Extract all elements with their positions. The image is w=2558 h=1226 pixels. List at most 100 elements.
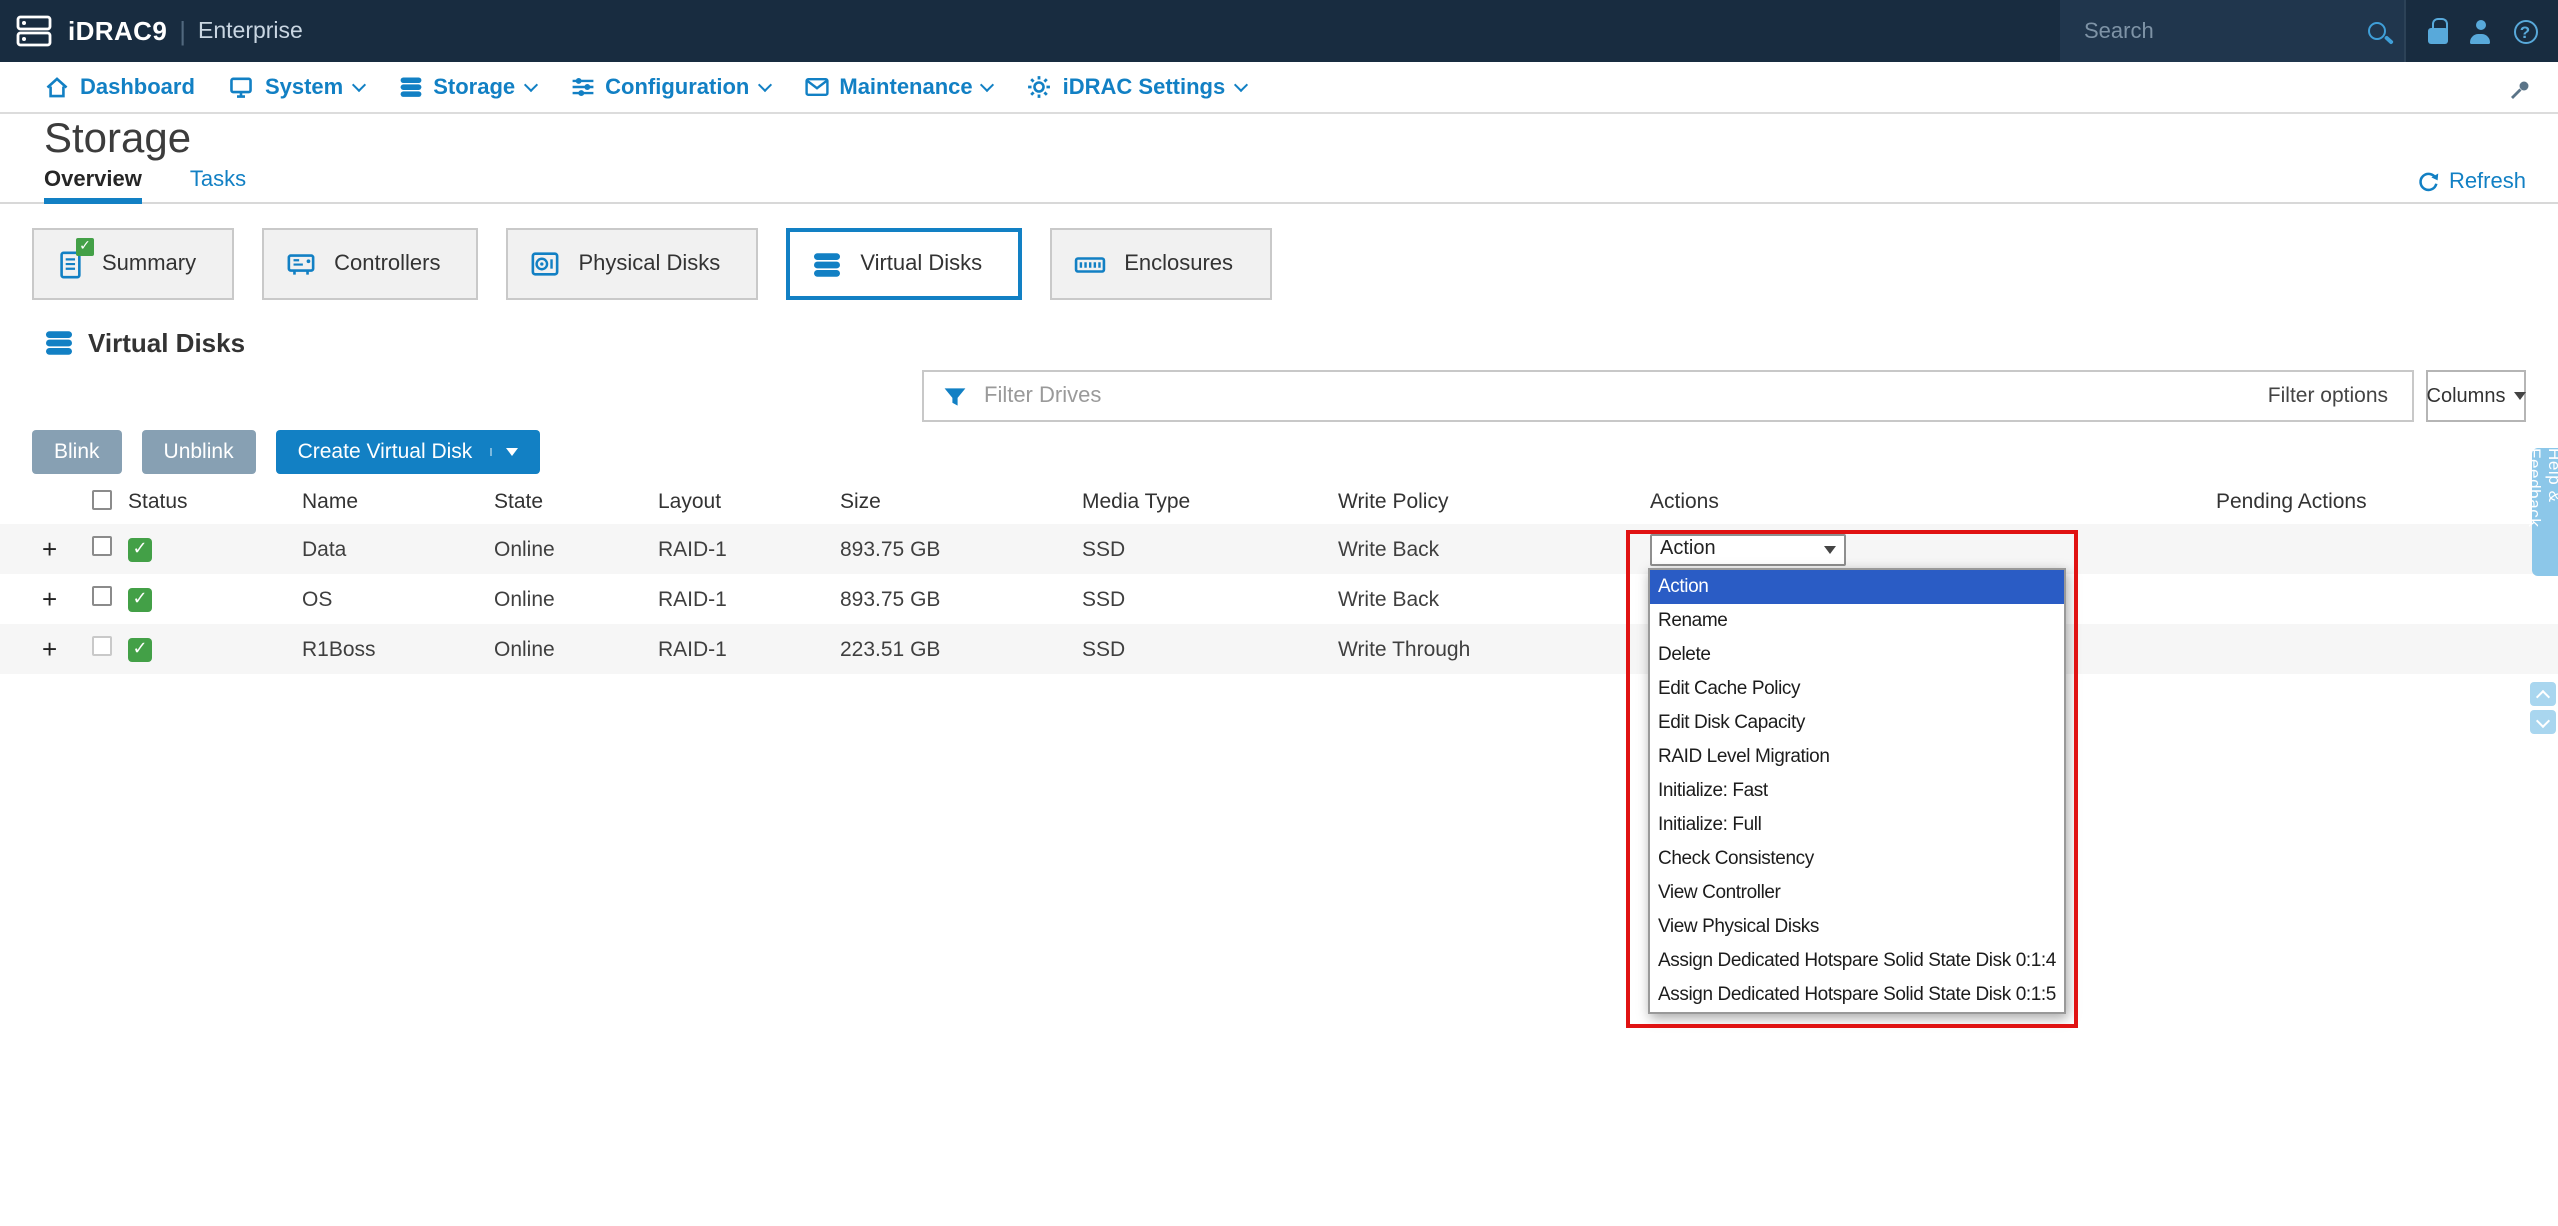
columns-button[interactable]: Columns [2426,370,2526,422]
card-controllers[interactable]: Controllers [262,228,478,300]
nav-dashboard[interactable]: Dashboard [44,74,195,100]
col-size: Size [828,490,1070,514]
dropdown-option[interactable]: Rename [1650,604,2064,638]
refresh-icon [2417,170,2441,194]
nav-label: Maintenance [839,75,972,99]
expand-button[interactable]: + [32,537,80,561]
controller-icon [286,250,316,278]
dropdown-option[interactable]: View Controller [1650,876,2064,910]
dropdown-option[interactable]: Delete [1650,638,2064,672]
filter-drives-input[interactable]: Filter Drives Filter options [922,370,2414,422]
cell-layout: RAID-1 [646,537,828,561]
col-layout: Layout [646,490,828,514]
tab-overview[interactable]: Overview [44,168,142,202]
nav-configuration[interactable]: Configuration [569,74,769,100]
table-actions-bar: Blink Unblink Create Virtual Disk [32,430,2558,474]
chevron-down-icon [351,77,365,91]
idrac-app: iDRAC9 | Enterprise ? Dashboard System S… [0,0,2558,1226]
row-checkbox[interactable] [92,536,112,556]
dropdown-option[interactable]: Action [1650,570,2064,604]
dropdown-option[interactable]: Check Consistency [1650,842,2064,876]
nav-storage[interactable]: Storage [397,74,535,100]
row-checkbox[interactable] [92,636,112,656]
cell-write-policy: Write Back [1326,537,1638,561]
expand-button[interactable]: + [32,587,80,611]
user-icon[interactable] [2468,19,2492,43]
help-feedback-tab[interactable]: Help & Feedback [2532,448,2558,576]
nav-label: System [265,75,343,99]
scroll-up-button[interactable] [2530,682,2556,706]
physical-disk-icon [531,250,561,278]
nav-system[interactable]: System [229,74,363,100]
chevron-down-icon [523,77,537,91]
col-name: Name [290,490,482,514]
tab-bar: Overview Tasks Refresh [0,166,2558,204]
cell-media-type: SSD [1070,587,1326,611]
action-select[interactable]: Action [1650,533,1846,565]
col-media-type: Media Type [1070,490,1326,514]
card-label: Summary [102,252,196,276]
table-row: + ✓ OS Online RAID-1 893.75 GB SSD Write… [0,574,2558,624]
blink-button[interactable]: Blink [32,430,122,474]
enclosure-icon [1074,251,1106,277]
unblink-button[interactable]: Unblink [142,430,256,474]
dropdown-option[interactable]: Initialize: Full [1650,808,2064,842]
row-checkbox[interactable] [92,586,112,606]
brand-edition: Enterprise [198,19,303,43]
cell-name: OS [290,587,482,611]
search-box[interactable] [2060,0,2404,62]
dropdown-option[interactable]: Initialize: Fast [1650,774,2064,808]
filter-options-link[interactable]: Filter options [2268,384,2388,408]
section-header: Virtual Disks [44,328,2558,358]
card-physical-disks[interactable]: Physical Disks [507,228,759,300]
expand-button[interactable]: + [32,637,80,661]
col-status: Status [116,490,290,514]
pin-icon[interactable] [2508,76,2532,112]
dropdown-option[interactable]: RAID Level Migration [1650,740,2064,774]
refresh-button[interactable]: Refresh [2417,170,2526,202]
top-bar-icons: ? [2404,0,2558,62]
dropdown-option[interactable]: View Physical Disks [1650,910,2064,944]
filter-placeholder: Filter Drives [984,384,1101,408]
scroll-down-button[interactable] [2530,710,2556,734]
dropdown-option[interactable]: Assign Dedicated Hotspare Solid State Di… [1650,978,2064,1012]
card-label: Virtual Disks [860,252,982,276]
cell-media-type: SSD [1070,537,1326,561]
col-actions: Actions [1638,490,2204,514]
col-pending-actions: Pending Actions [2204,490,2558,514]
nav-idrac-settings[interactable]: iDRAC Settings [1027,74,1246,100]
status-ok-icon: ✓ [128,588,152,612]
dropdown-option[interactable]: Edit Disk Capacity [1650,706,2064,740]
search-input[interactable] [2060,19,2368,43]
card-virtual-disks[interactable]: Virtual Disks [786,228,1022,300]
cell-size: 893.75 GB [828,537,1070,561]
caret-down-icon [2513,392,2525,400]
filter-funnel-icon [942,383,968,409]
card-summary[interactable]: ✓ Summary [32,228,234,300]
create-virtual-disk-label: Create Virtual Disk [298,440,473,464]
card-enclosures[interactable]: Enclosures [1050,228,1271,300]
action-dropdown-list: ActionRenameDeleteEdit Cache PolicyEdit … [1648,568,2066,1014]
page-scroll-buttons [2530,682,2556,734]
card-label: Physical Disks [579,252,721,276]
chevron-down-icon [1233,77,1247,91]
dropdown-option[interactable]: Assign Dedicated Hotspare Solid State Di… [1650,944,2064,978]
refresh-label: Refresh [2449,170,2526,194]
chevron-up-icon [2536,689,2550,703]
select-all-checkbox[interactable] [92,489,112,509]
dropdown-option[interactable]: Edit Cache Policy [1650,672,2064,706]
help-icon[interactable]: ? [2513,19,2537,43]
cell-name: Data [290,537,482,561]
virtual-disk-icon [812,249,842,279]
lock-icon[interactable] [2427,27,2447,43]
nav-maintenance[interactable]: Maintenance [803,74,992,100]
search-icon[interactable] [2368,22,2386,40]
tab-tasks[interactable]: Tasks [190,168,246,202]
main-nav: Dashboard System Storage Configuration M… [0,62,2558,114]
cell-media-type: SSD [1070,637,1326,661]
status-ok-icon: ✓ [128,638,152,662]
idrac-logo-icon [16,14,54,48]
virtual-disks-icon [44,328,74,358]
create-virtual-disk-button[interactable]: Create Virtual Disk [276,430,541,474]
split-caret[interactable] [490,448,518,456]
